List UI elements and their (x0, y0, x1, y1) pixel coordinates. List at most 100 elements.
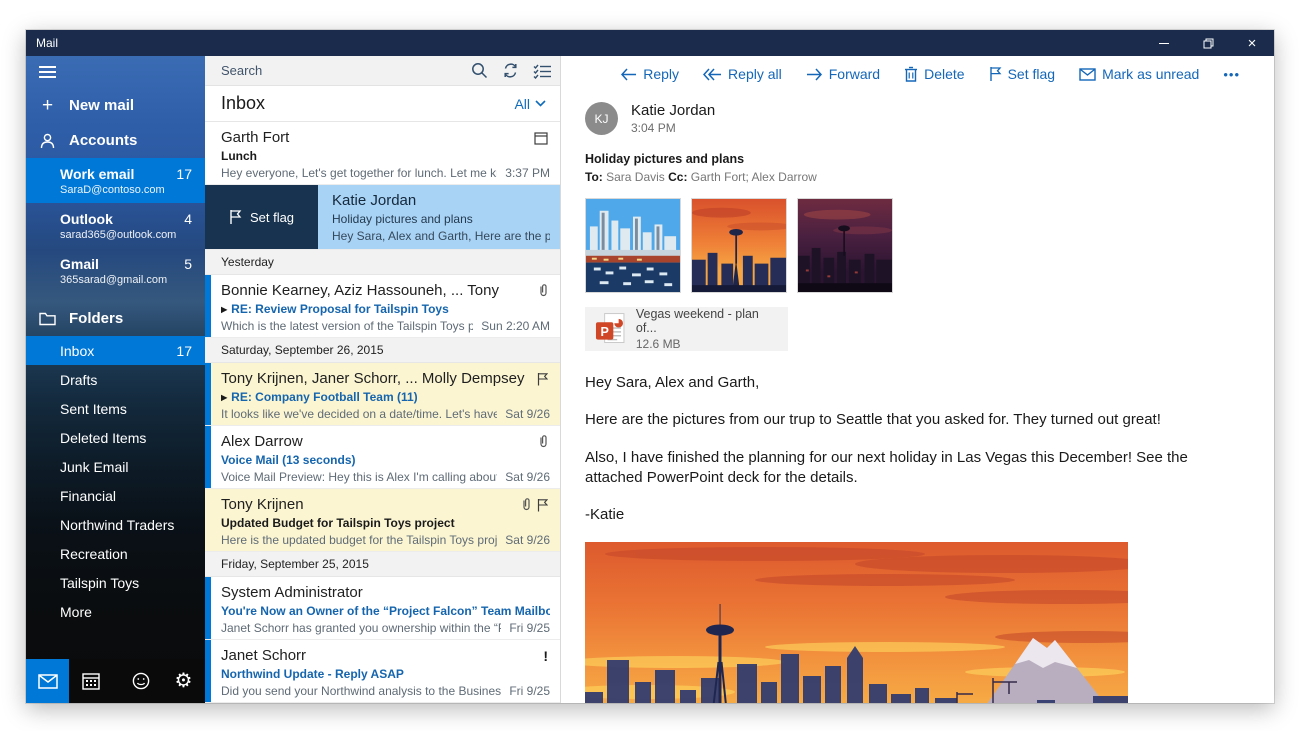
unread-count: 17 (176, 166, 192, 182)
list-title: Inbox (221, 93, 514, 114)
item-sender: Tony Krijnen (221, 496, 522, 513)
sidebar-folder-inbox[interactable]: Inbox17 (26, 336, 205, 365)
reply-all-button[interactable]: Reply all (703, 66, 782, 82)
message-sender-name: Katie Jordan (631, 102, 715, 119)
sidebar-folder-drafts[interactable]: Drafts (26, 365, 205, 394)
group-header-yesterday: Yesterday (205, 250, 560, 275)
new-mail-label: New mail (69, 97, 134, 114)
item-preview: Hey Sara, Alex and Garth, Here are the p… (332, 229, 550, 243)
paperclip-icon (522, 497, 531, 512)
flag-icon (537, 498, 548, 512)
settings-dock-button[interactable]: ⚙ (162, 659, 205, 703)
important-icon: ! (543, 648, 548, 664)
folder-name: Inbox (60, 343, 94, 359)
sidebar-folder-northwind-traders[interactable]: Northwind Traders (26, 510, 205, 539)
seattle-dusk-thumbnail[interactable] (797, 198, 893, 293)
forward-button[interactable]: Forward (806, 66, 880, 82)
set-flag-button[interactable]: Set flag (989, 66, 1055, 82)
item-sender: Katie Jordan (332, 192, 550, 209)
set-flag-label: Set flag (1008, 66, 1055, 82)
filter-value: All (514, 96, 530, 112)
flag-icon (989, 66, 1002, 82)
list-item-bonnie-kearney[interactable]: Bonnie Kearney, Aziz Hassouneh, ... Tony… (205, 275, 560, 338)
reply-all-icon (703, 68, 722, 81)
feedback-smiley-icon (132, 672, 150, 690)
folder-name: More (60, 604, 92, 620)
close-button[interactable]: × (1230, 30, 1274, 56)
list-item-garth-fort[interactable]: Garth Fort Lunch Hey everyone, Let's get… (205, 122, 560, 185)
search-input[interactable]: Search (221, 63, 471, 78)
list-item-katie-jordan[interactable]: Set flag Katie Jordan Holiday pictures a… (205, 185, 560, 250)
sidebar-account-outlook[interactable]: Outlook4 sarad365@outlook.com (26, 203, 205, 248)
mark-unread-button[interactable]: Mark as unread (1079, 66, 1199, 82)
folder-name: Deleted Items (60, 430, 146, 446)
delete-button[interactable]: Delete (904, 66, 964, 82)
attachment-chip[interactable]: P Vegas weekend - plan of... 12.6 MB (585, 307, 788, 351)
folders-button[interactable]: Folders (26, 301, 205, 336)
forward-icon (806, 68, 823, 81)
inline-image-thumbnails (585, 198, 1274, 293)
sidebar-folder-recreation[interactable]: Recreation (26, 539, 205, 568)
accounts-button[interactable]: Accounts (26, 123, 205, 158)
seattle-waterfront-thumbnail[interactable] (585, 198, 681, 293)
item-time: Sun 2:20 AM (473, 319, 550, 333)
filter-dropdown[interactable]: All (514, 96, 546, 112)
folder-name: Recreation (60, 546, 128, 562)
list-item-alex-darrow[interactable]: Alex Darrow Voice Mail (13 seconds) Voic… (205, 426, 560, 489)
to-value: Sara Davis (603, 170, 668, 184)
account-name: Gmail (60, 256, 99, 272)
sidebar-folder-junk-email[interactable]: Junk Email (26, 452, 205, 481)
sync-icon[interactable] (502, 62, 519, 79)
restore-button[interactable] (1186, 30, 1230, 56)
sidebar-account-work-email[interactable]: Work email17 SaraD@contoso.com (26, 158, 205, 203)
thread-arrow-icon: ▶ (221, 305, 227, 314)
restore-icon (1203, 38, 1214, 49)
list-item-janet-schorr[interactable]: Janet Schorr ! Northwind Update - Reply … (205, 640, 560, 703)
list-item-tony-krijnen-budget[interactable]: Tony Krijnen Updated Budget for Tailspin… (205, 489, 560, 552)
item-preview: Here is the updated budget for the Tails… (221, 533, 497, 547)
item-subject: Lunch (221, 149, 257, 163)
account-email: SaraD@contoso.com (60, 184, 192, 196)
list-item-system-administrator[interactable]: System Administrator You're Now an Owner… (205, 577, 560, 640)
calendar-icon (82, 672, 100, 690)
calendar-dock-button[interactable] (69, 659, 112, 703)
feedback-dock-button[interactable] (119, 659, 162, 703)
new-mail-button[interactable]: + New mail (26, 88, 205, 123)
more-button[interactable]: ••• (1223, 67, 1240, 82)
sidebar-folder-tailspin-toys[interactable]: Tailspin Toys (26, 568, 205, 597)
seattle-sunset-thumbnail[interactable] (691, 198, 787, 293)
item-time: Sat 9/26 (497, 533, 550, 547)
selected-message-body[interactable]: Katie Jordan Holiday pictures and plans … (318, 185, 560, 249)
list-header: Inbox All (205, 86, 560, 122)
sidebar-folder-financial[interactable]: Financial (26, 481, 205, 510)
sidebar-folder-sent-items[interactable]: Sent Items (26, 394, 205, 423)
minimize-button[interactable] (1142, 30, 1186, 56)
set-flag-swipe-action[interactable]: Set flag (205, 185, 318, 249)
reply-button[interactable]: Reply (620, 66, 679, 82)
hamburger-icon (39, 63, 56, 81)
sidebar: + New mail Accounts Work email17 SaraD@c… (26, 56, 205, 703)
mail-dock-button[interactable] (26, 659, 69, 703)
search-icon[interactable] (471, 62, 488, 79)
unread-count: 4 (184, 211, 192, 227)
sidebar-folder-more[interactable]: More (26, 597, 205, 626)
reply-icon (620, 68, 637, 81)
avatar: KJ (585, 102, 618, 135)
select-icon[interactable] (533, 63, 552, 79)
close-icon: × (1248, 36, 1257, 51)
body-paragraph: Also, I have finished the planning for o… (585, 448, 1214, 489)
sidebar-folder-deleted-items[interactable]: Deleted Items (26, 423, 205, 452)
item-sender: Garth Fort (221, 129, 534, 146)
item-sender: Tony Krijnen, Janer Schorr, ... Molly De… (221, 370, 537, 387)
folder-name: Junk Email (60, 459, 128, 475)
item-time: 3:37 PM (497, 166, 550, 180)
attachment-name: Vegas weekend - plan of... (636, 307, 778, 335)
more-icon: ••• (1223, 67, 1240, 82)
sidebar-account-gmail[interactable]: Gmail5 365sarad@gmail.com (26, 248, 205, 293)
item-preview: It looks like we've decided on a date/ti… (221, 407, 497, 421)
plus-icon: + (39, 96, 56, 115)
hamburger-button[interactable] (26, 56, 205, 88)
list-item-tony-krijnen-football[interactable]: Tony Krijnen, Janer Schorr, ... Molly De… (205, 363, 560, 426)
svg-text:P: P (600, 325, 608, 339)
seattle-sunset-hero-image[interactable] (585, 542, 1128, 703)
